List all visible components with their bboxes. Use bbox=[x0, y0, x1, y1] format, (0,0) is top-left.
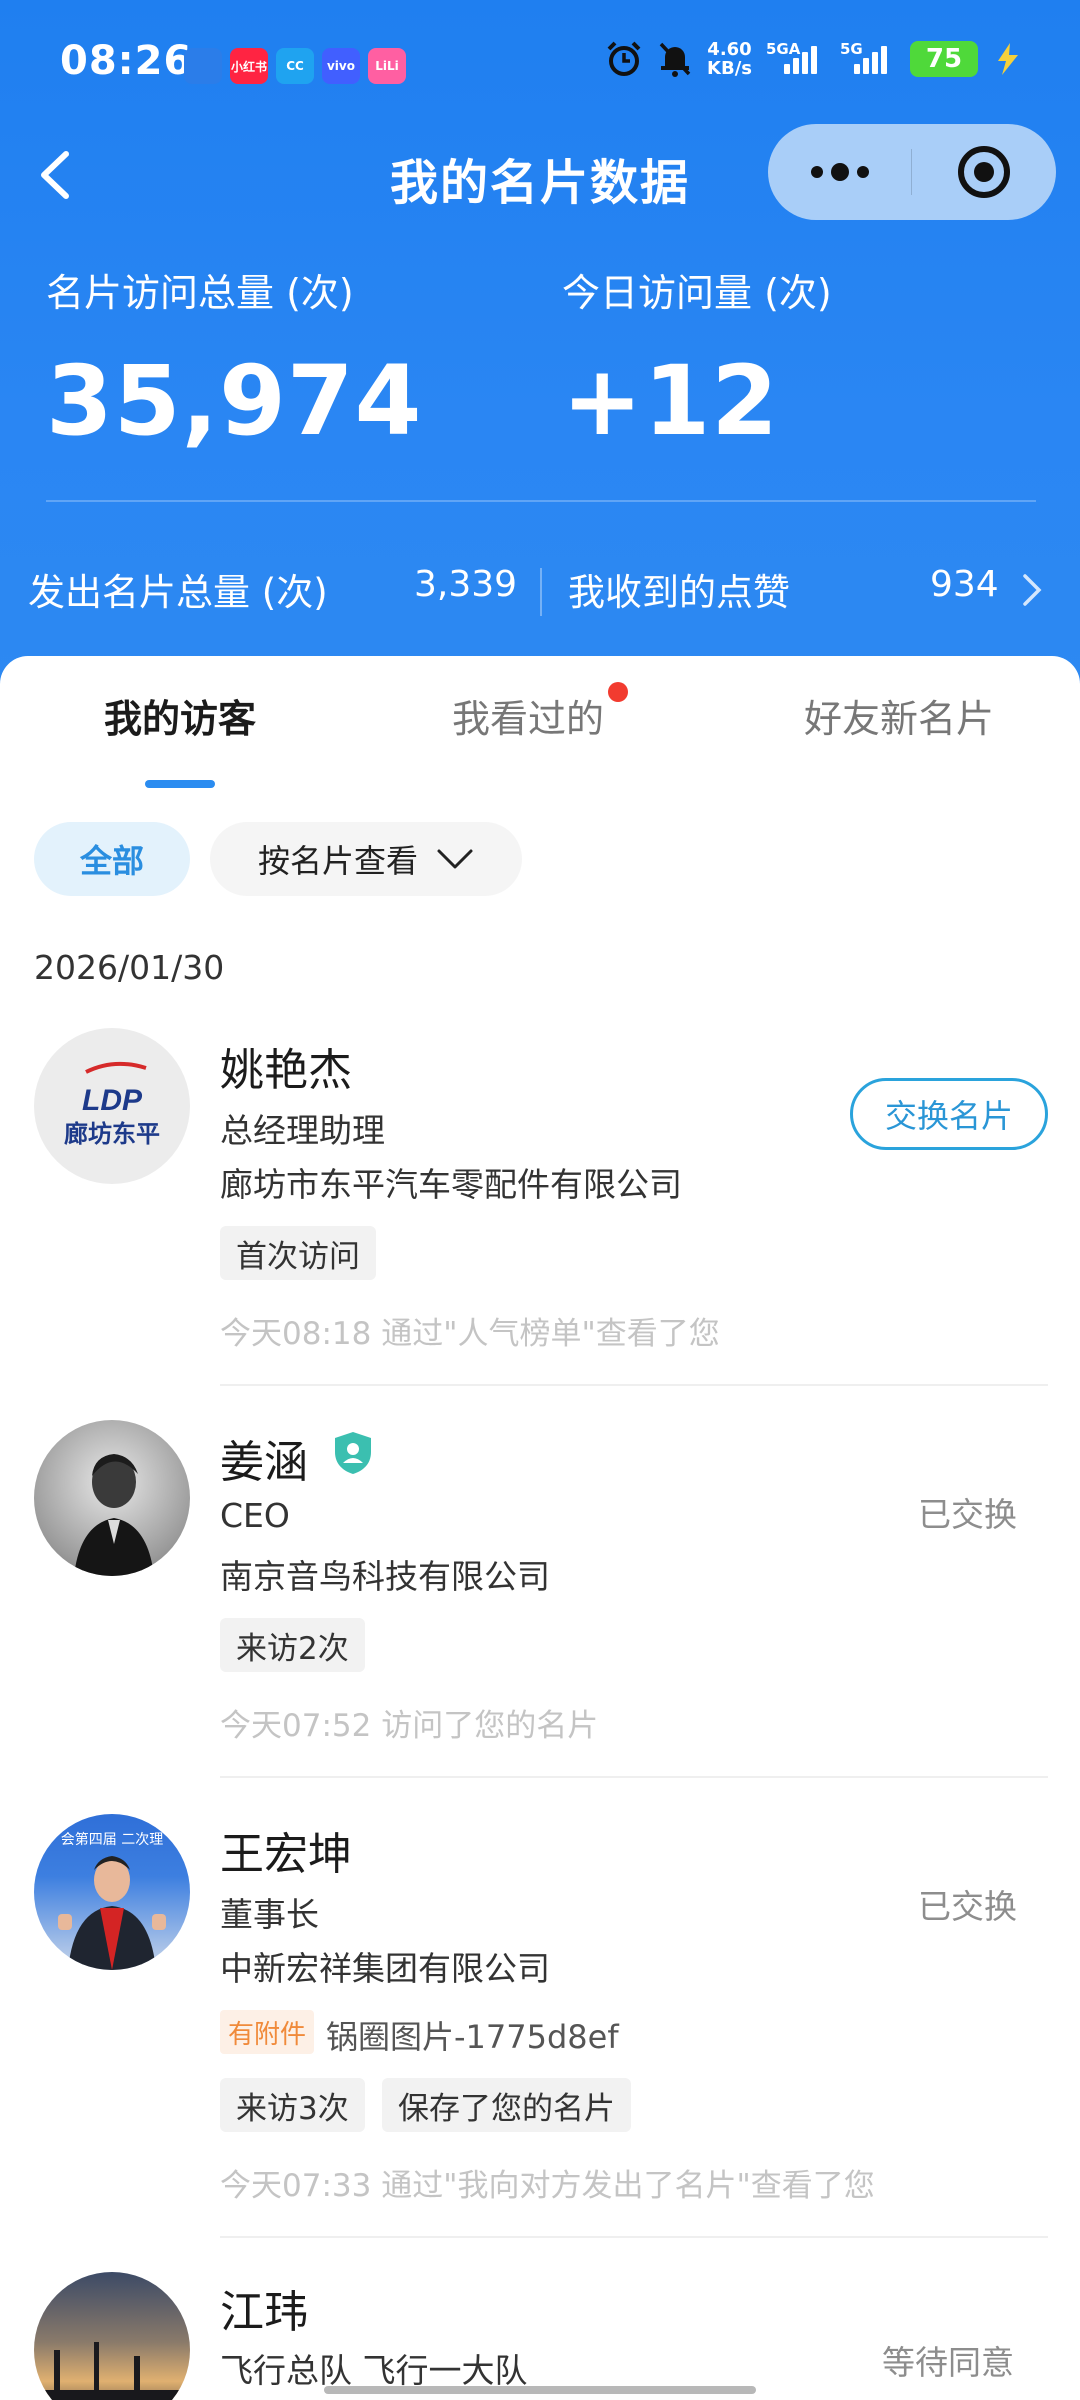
visitor-name: 江玮 bbox=[220, 2287, 308, 2338]
signal-5ga-icon: 5GA bbox=[766, 40, 826, 74]
today-visits-value: +12 bbox=[562, 345, 780, 457]
likes-value[interactable]: 934 bbox=[930, 564, 999, 605]
close-miniprogram-button[interactable] bbox=[912, 124, 1055, 220]
cc-app-icon: CC bbox=[276, 48, 314, 84]
unread-dot bbox=[608, 682, 628, 702]
status-time: 08:26 bbox=[60, 38, 193, 84]
total-visits-value: 35,974 bbox=[46, 345, 423, 457]
network-speed: 4.60 KB/s bbox=[707, 39, 752, 79]
likes-label[interactable]: 我收到的点赞 bbox=[568, 562, 790, 616]
total-visits-label: 名片访问总量 (次) bbox=[46, 271, 354, 315]
person-photo-icon bbox=[74, 1454, 154, 1576]
filter-by-card-dropdown[interactable]: 按名片查看 bbox=[210, 822, 522, 896]
visitor-company: 南京音鸟科技有限公司 bbox=[220, 1557, 550, 1596]
xiaohongshu-icon: 小红书 bbox=[230, 48, 268, 84]
status-indicators: 4.60 KB/s 5GA 5G 75 bbox=[605, 40, 1022, 78]
visitor-name: 姜涵 bbox=[220, 1437, 308, 1488]
filter-by-card-label: 按名片查看 bbox=[257, 842, 418, 880]
status-app-icons: 小红书 CC vivo LiLi bbox=[184, 48, 406, 84]
exchange-card-button[interactable]: 交换名片 bbox=[850, 1078, 1048, 1150]
filter-all-chip[interactable]: 全部 bbox=[34, 822, 190, 896]
visit-note: 今天07:52 访问了您的名片 bbox=[220, 1708, 599, 1744]
row-divider bbox=[220, 1776, 1048, 1778]
avatar: 会第四届 二次理 bbox=[34, 1814, 190, 1970]
visitor-company: 廊坊市东平汽车零配件有限公司 bbox=[220, 1165, 682, 1204]
visit-note: 今天08:18 通过"人气榜单"查看了您 bbox=[220, 1316, 720, 1352]
miniprogram-capsule bbox=[768, 124, 1056, 220]
exchange-status: 已交换 bbox=[918, 1495, 1017, 1534]
more-dot-icon bbox=[830, 163, 849, 181]
attachment-name[interactable]: 锅圈图片-1775d8ef bbox=[326, 2012, 619, 2058]
vivo-app-icon: vivo bbox=[322, 48, 360, 84]
chevron-right-icon[interactable] bbox=[1020, 570, 1044, 610]
stats-divider bbox=[46, 500, 1036, 502]
visitor-title: CEO bbox=[220, 1496, 290, 1535]
avatar bbox=[34, 1420, 190, 1576]
row-divider bbox=[220, 2236, 1048, 2238]
alarm-icon bbox=[607, 41, 641, 76]
visitor-company: 中新宏祥集团有限公司 bbox=[220, 1949, 550, 1988]
visit-tag: 来访3次 bbox=[220, 2078, 365, 2132]
charging-icon bbox=[998, 43, 1018, 75]
visitor-title: 飞行总队 飞行一大队 bbox=[220, 2351, 528, 2390]
tab-my-visitors[interactable]: 我的访客 bbox=[104, 688, 256, 743]
more-button[interactable] bbox=[768, 124, 911, 220]
active-tab-indicator bbox=[145, 780, 215, 788]
sent-cards-label: 发出名片总量 (次) bbox=[28, 571, 328, 614]
exchange-status: 等待同意 bbox=[882, 2343, 1014, 2382]
avatar: LDP 廊坊东平 bbox=[34, 1028, 190, 1184]
person-photo-icon: 会第四届 二次理 bbox=[58, 1831, 166, 1970]
exchange-status: 已交换 bbox=[918, 1887, 1017, 1926]
attachment-badge: 有附件 bbox=[220, 2010, 315, 2054]
signal-5g-icon: 5G bbox=[840, 40, 896, 74]
mute-bell-icon bbox=[659, 42, 691, 77]
today-visits-label: 今日访问量 (次) bbox=[562, 271, 832, 315]
target-close-icon bbox=[957, 146, 1010, 198]
visitor-name: 姚艳杰 bbox=[220, 1045, 352, 1096]
date-header: 2026/01/30 bbox=[34, 948, 225, 987]
svg-text:LDP: LDP bbox=[82, 1084, 143, 1117]
visit-tag: 来访2次 bbox=[220, 1618, 365, 1672]
saved-card-tag: 保存了您的名片 bbox=[382, 2078, 631, 2132]
home-indicator bbox=[324, 2386, 756, 2394]
company-logo-icon: LDP 廊坊东平 bbox=[64, 1061, 160, 1148]
chevron-down-icon bbox=[437, 849, 473, 869]
visitor-name: 王宏坤 bbox=[220, 1829, 352, 1880]
svg-text:廊坊东平: 廊坊东平 bbox=[64, 1120, 160, 1148]
row-divider bbox=[220, 1384, 1048, 1386]
battery-icon: 75 bbox=[910, 41, 978, 77]
more-dot-icon bbox=[810, 166, 823, 178]
sub-stats-divider bbox=[540, 568, 542, 616]
pink-app-icon: LiLi bbox=[368, 48, 406, 84]
visit-note: 今天07:33 通过"我向对方发出了名片"查看了您 bbox=[220, 2168, 875, 2204]
tab-friend-new-cards[interactable]: 好友新名片 bbox=[804, 688, 994, 743]
notification-app-icon bbox=[184, 48, 222, 84]
visitor-title: 董事长 bbox=[220, 1895, 319, 1934]
verified-badge-icon bbox=[335, 1432, 371, 1474]
visitor-title: 总经理助理 bbox=[220, 1111, 385, 1150]
more-dot-icon bbox=[856, 166, 869, 178]
sent-cards-value: 3,339 bbox=[414, 564, 518, 605]
svg-text:会第四届 二次理: 会第四届 二次理 bbox=[61, 1831, 163, 1848]
status-bar: 08:26 小红书 CC vivo LiLi 4.60 KB/s 5GA 5G … bbox=[0, 0, 1080, 130]
visit-tag: 首次访问 bbox=[220, 1226, 376, 1280]
tab-viewed[interactable]: 我看过的 bbox=[452, 688, 604, 743]
